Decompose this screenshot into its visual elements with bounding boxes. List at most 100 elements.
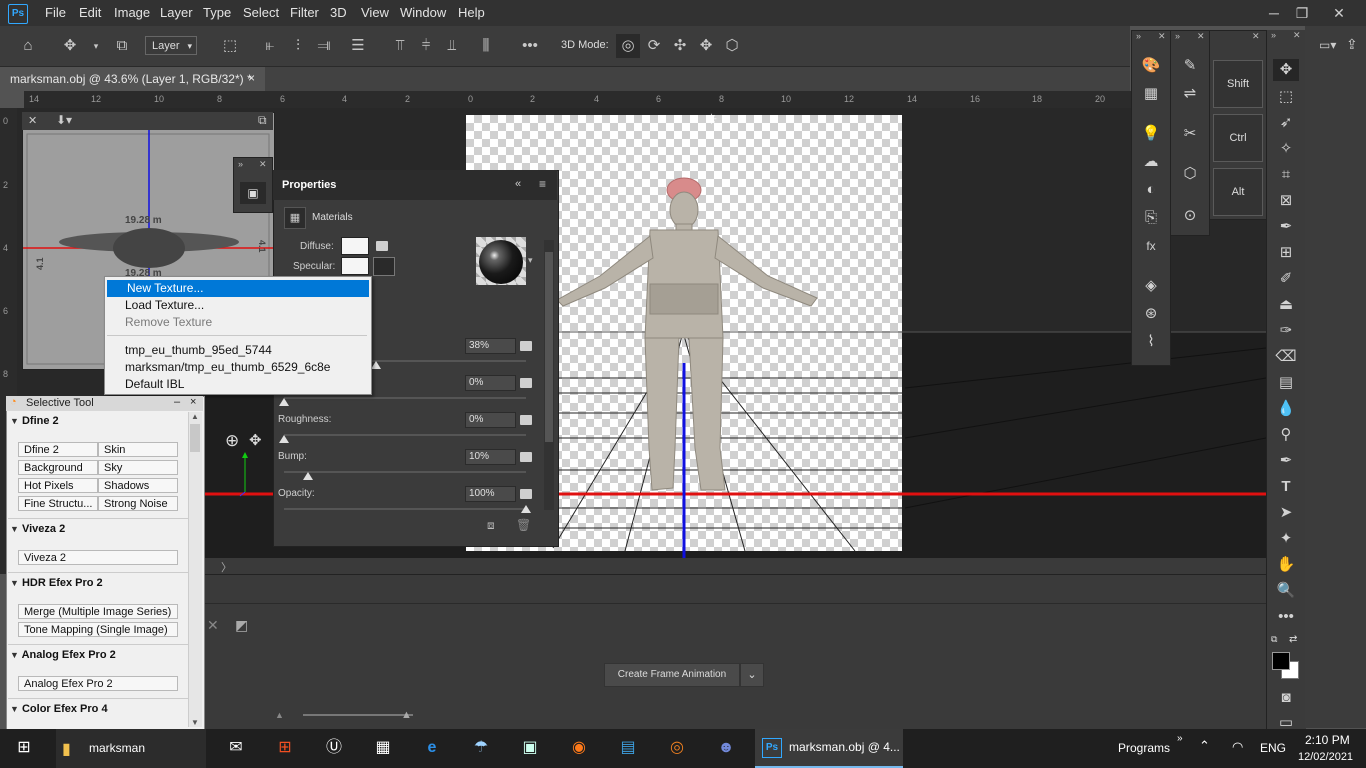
brush-settings-icon[interactable]: ⎘ xyxy=(1138,207,1164,229)
auto-select-icon[interactable]: ⧉ xyxy=(110,34,134,58)
ctrl-key-button[interactable]: Ctrl xyxy=(1213,114,1263,162)
chevron-down-icon[interactable]: ▾ xyxy=(84,34,108,58)
quick-mask-icon[interactable]: ◙ xyxy=(1273,687,1299,709)
eyedropper-tool-icon[interactable]: ✒ xyxy=(1273,216,1299,238)
fine-structure-button[interactable]: Fine Structu... xyxy=(18,496,98,511)
3d-panel-icon[interactable]: ⬡ xyxy=(1177,163,1203,185)
align-center-icon[interactable]: ⫶ xyxy=(286,34,310,58)
crop-tool-icon[interactable]: ⌗ xyxy=(1273,164,1299,186)
distribute-vertical-icon[interactable]: ⫼ xyxy=(474,34,498,58)
menu-item-default-ibl[interactable]: Default IBL xyxy=(105,376,367,393)
libraries-icon[interactable]: ☁ xyxy=(1138,151,1164,173)
channels-icon[interactable]: ⊛ xyxy=(1138,303,1164,325)
chevron-right-icon[interactable]: 〉 xyxy=(221,559,232,575)
marquee-tool-icon[interactable]: ⬚ xyxy=(1273,86,1299,108)
bump-value-field[interactable]: 10% xyxy=(465,449,516,465)
transform-controls-icon[interactable]: ⬚ xyxy=(218,34,242,58)
paint-3d-icon[interactable]: ☂ xyxy=(467,734,495,762)
trash-icon[interactable]: 🗑 xyxy=(516,518,531,532)
menu-item-recent-texture[interactable]: tmp_eu_thumb_95ed_5744 xyxy=(105,342,367,359)
expand-dock-icon[interactable]: » xyxy=(1175,31,1180,41)
viveza-button[interactable]: Viveza 2 xyxy=(18,550,178,565)
lasso-tool-icon[interactable]: ➶ xyxy=(1273,112,1299,134)
brushes-icon[interactable]: ✎ xyxy=(1177,55,1203,77)
chevron-down-icon[interactable]: ⌄ xyxy=(740,663,764,687)
delete-frame-icon[interactable]: ✕ xyxy=(207,617,219,634)
foreground-color-swatch[interactable] xyxy=(1272,652,1290,670)
expand-dock-icon[interactable]: » xyxy=(1136,31,1141,41)
calendar-icon[interactable]: ▦ xyxy=(369,734,397,762)
blender-icon[interactable]: ◎ xyxy=(663,734,691,762)
more-tools-icon[interactable]: ••• xyxy=(1273,606,1299,628)
zoom-slider[interactable] xyxy=(303,714,413,716)
shift-key-button[interactable]: Shift xyxy=(1213,60,1263,108)
history-brush-tool-icon[interactable]: ✑ xyxy=(1273,320,1299,342)
close-dock-icon[interactable]: ✕ xyxy=(1197,31,1205,42)
network-icon[interactable]: ◠ xyxy=(1232,739,1243,755)
menu-window[interactable]: Window xyxy=(400,5,446,20)
language-indicator[interactable]: ENG xyxy=(1260,741,1286,755)
row2-slider-track[interactable] xyxy=(284,397,526,399)
programs-toolbar[interactable]: Programs xyxy=(1118,741,1170,755)
roughness-value-field[interactable]: 0% xyxy=(465,412,516,428)
move-gizmo-icon[interactable]: ✥ xyxy=(249,431,262,449)
color-palette-icon[interactable]: 🎨 xyxy=(1138,55,1164,77)
expand-toolbar-chevron-icon[interactable]: » xyxy=(1177,733,1183,744)
align-middle-icon[interactable]: ⫩ xyxy=(414,34,438,58)
learn-icon[interactable]: 💡 xyxy=(1138,123,1164,145)
close-panel-icon[interactable]: × xyxy=(190,396,196,408)
row2-texture-folder-icon[interactable] xyxy=(520,378,532,388)
roughness-texture-folder-icon[interactable] xyxy=(520,415,532,425)
row2-slider-thumb[interactable] xyxy=(279,398,289,406)
viveza-section[interactable]: ▼ Viveza 2 xyxy=(10,523,186,539)
menu-item-new-texture[interactable]: New Texture... xyxy=(107,280,369,297)
align-top-icon[interactable]: ⫪ xyxy=(388,34,412,58)
row1-slider-thumb[interactable] xyxy=(370,361,381,369)
store-icon[interactable]: ⊞ xyxy=(271,734,299,762)
share-icon[interactable]: ⇪ xyxy=(1346,36,1358,53)
close-tab-icon[interactable]: × xyxy=(248,71,255,85)
clock-time[interactable]: 2:10 PM xyxy=(1305,733,1350,747)
material-preview[interactable] xyxy=(476,237,526,285)
hot-pixels-button[interactable]: Hot Pixels xyxy=(18,478,98,493)
swap-colors-icon[interactable]: ⇄ xyxy=(1289,634,1297,645)
collapse-panel-icon[interactable]: « xyxy=(515,178,521,190)
align-right-icon[interactable]: ⫥ xyxy=(312,34,336,58)
path-selection-tool-icon[interactable]: ➤ xyxy=(1273,502,1299,524)
shadows-button[interactable]: Shadows xyxy=(98,478,178,493)
alt-key-button[interactable]: Alt xyxy=(1213,168,1263,216)
slide-3d-icon[interactable]: ✥ xyxy=(694,34,718,58)
dodge-tool-icon[interactable]: ⚲ xyxy=(1273,424,1299,446)
panel-menu-icon[interactable]: ≡ xyxy=(539,177,546,191)
dfine-button[interactable]: Dfine 2 xyxy=(18,442,98,457)
bump-slider-thumb[interactable] xyxy=(303,472,314,480)
specular-texture-folder-icon[interactable] xyxy=(373,257,395,276)
hdr-section[interactable]: ▼ HDR Efex Pro 2 xyxy=(10,577,186,593)
move-tool-icon[interactable]: ✥ xyxy=(58,34,82,58)
magic-wand-tool-icon[interactable]: ✧ xyxy=(1273,138,1299,160)
bump-slider-track[interactable] xyxy=(284,471,526,473)
convert-frames-icon[interactable]: ◩ xyxy=(235,617,248,634)
roughness-slider-thumb[interactable] xyxy=(279,435,289,443)
discord-icon[interactable]: ☻ xyxy=(712,734,740,762)
document-tab[interactable]: marksman.obj @ 43.6% (Layer 1, RGB/32*) … xyxy=(0,67,265,91)
more-options-icon[interactable]: ••• xyxy=(518,34,542,58)
diffuse-swatch[interactable] xyxy=(341,237,369,255)
home-icon[interactable]: ⌂ xyxy=(16,34,40,58)
analog-efex-button[interactable]: Analog Efex Pro 2 xyxy=(18,676,178,691)
chevron-down-icon[interactable]: ▾ xyxy=(528,255,533,266)
move-tool-icon[interactable]: ✥ xyxy=(1273,59,1299,81)
align-bottom-icon[interactable]: ⫫ xyxy=(440,34,464,58)
mail-icon[interactable]: ✉ xyxy=(222,734,250,762)
properties-sliders-icon[interactable]: ⇌ xyxy=(1177,83,1203,105)
windows-start-icon[interactable]: ⊞ xyxy=(10,734,38,762)
opacity-value-field[interactable]: 100% xyxy=(465,486,516,502)
type-tool-icon[interactable]: T xyxy=(1273,476,1299,498)
orbit-3d-icon[interactable]: ◎ xyxy=(616,34,640,58)
selective-tool-scrollbar[interactable]: ▲ ▼ xyxy=(188,412,202,727)
row1-texture-folder-icon[interactable] xyxy=(520,341,532,351)
default-colors-icon[interactable]: ⧉ xyxy=(1271,634,1277,645)
menu-3d[interactable]: 3D xyxy=(330,5,347,20)
sky-button[interactable]: Sky xyxy=(98,460,178,475)
close-dock-icon[interactable]: ✕ xyxy=(1158,31,1166,42)
